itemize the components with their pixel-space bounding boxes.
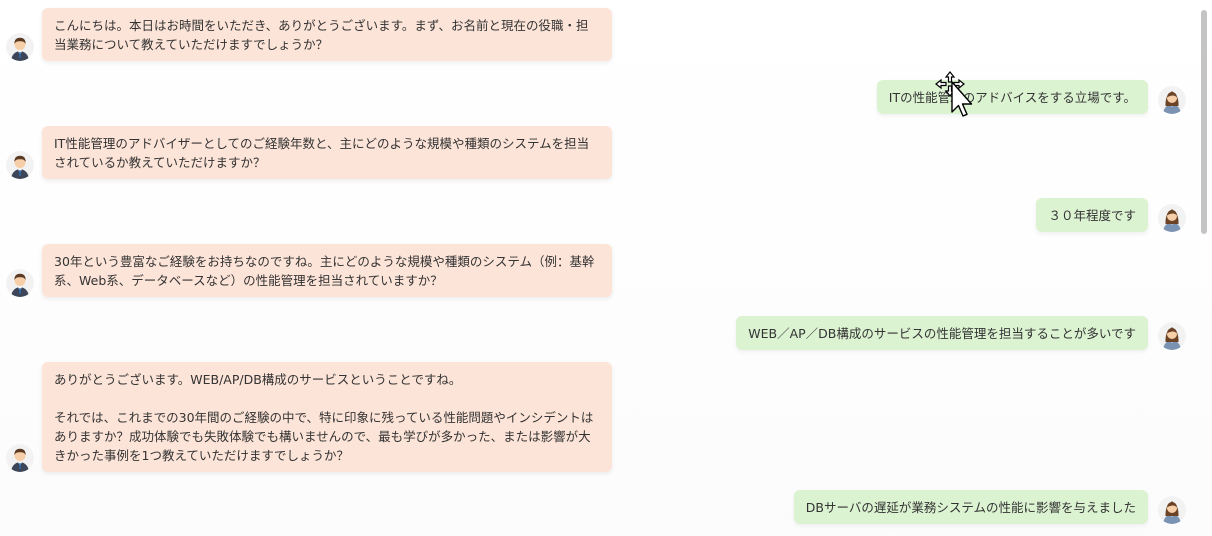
user-message-text: ITの性能管理のアドバイスをする立場です。 <box>876 80 1148 114</box>
bot-message-text: 30年という豊富なご経験をお持ちなのですね。主にどのような規模や種類のシステム（… <box>42 244 612 297</box>
bot-avatar-icon <box>6 444 34 472</box>
scrollbar-thumb[interactable] <box>1201 10 1207 234</box>
user-avatar-icon <box>1158 496 1186 524</box>
bot-avatar-icon <box>6 33 34 61</box>
bot-avatar-icon <box>6 151 34 179</box>
user-message: WEB／AP／DB構成のサービスの性能管理を担当することが多いです <box>736 316 1186 350</box>
scrollbar[interactable] <box>1198 0 1210 536</box>
user-message: ITの性能管理のアドバイスをする立場です。 <box>876 80 1186 114</box>
user-avatar-icon <box>1158 204 1186 232</box>
bot-message: こんにちは。本日はお時間をいただき、ありがとうございます。まず、お名前と現在の役… <box>6 8 612 61</box>
bot-message: ありがとうございます。WEB/AP/DB構成のサービスということですね。 それで… <box>6 362 612 472</box>
user-avatar-icon <box>1158 86 1186 114</box>
user-avatar-icon <box>1158 322 1186 350</box>
bot-message-text: ありがとうございます。WEB/AP/DB構成のサービスということですね。 それで… <box>42 362 612 472</box>
user-message-text: WEB／AP／DB構成のサービスの性能管理を担当することが多いです <box>736 316 1148 350</box>
bot-avatar-icon <box>6 269 34 297</box>
user-message: DBサーバの遅延が業務システムの性能に影響を与えました <box>793 490 1186 524</box>
bot-message-text: IT性能管理のアドバイザーとしてのご経験年数と、主にどのような規模や種類のシステ… <box>42 126 612 179</box>
bot-message: 30年という豊富なご経験をお持ちなのですね。主にどのような規模や種類のシステム（… <box>6 244 612 297</box>
bot-message-text: こんにちは。本日はお時間をいただき、ありがとうございます。まず、お名前と現在の役… <box>42 8 612 61</box>
bot-message: IT性能管理のアドバイザーとしてのご経験年数と、主にどのような規模や種類のシステ… <box>6 126 612 179</box>
user-message-text: ３０年程度です <box>1036 198 1148 232</box>
user-message: ３０年程度です <box>1036 198 1186 232</box>
chat-window: こんにちは。本日はお時間をいただき、ありがとうございます。まず、お名前と現在の役… <box>0 0 1212 536</box>
user-message-text: DBサーバの遅延が業務システムの性能に影響を与えました <box>793 490 1148 524</box>
